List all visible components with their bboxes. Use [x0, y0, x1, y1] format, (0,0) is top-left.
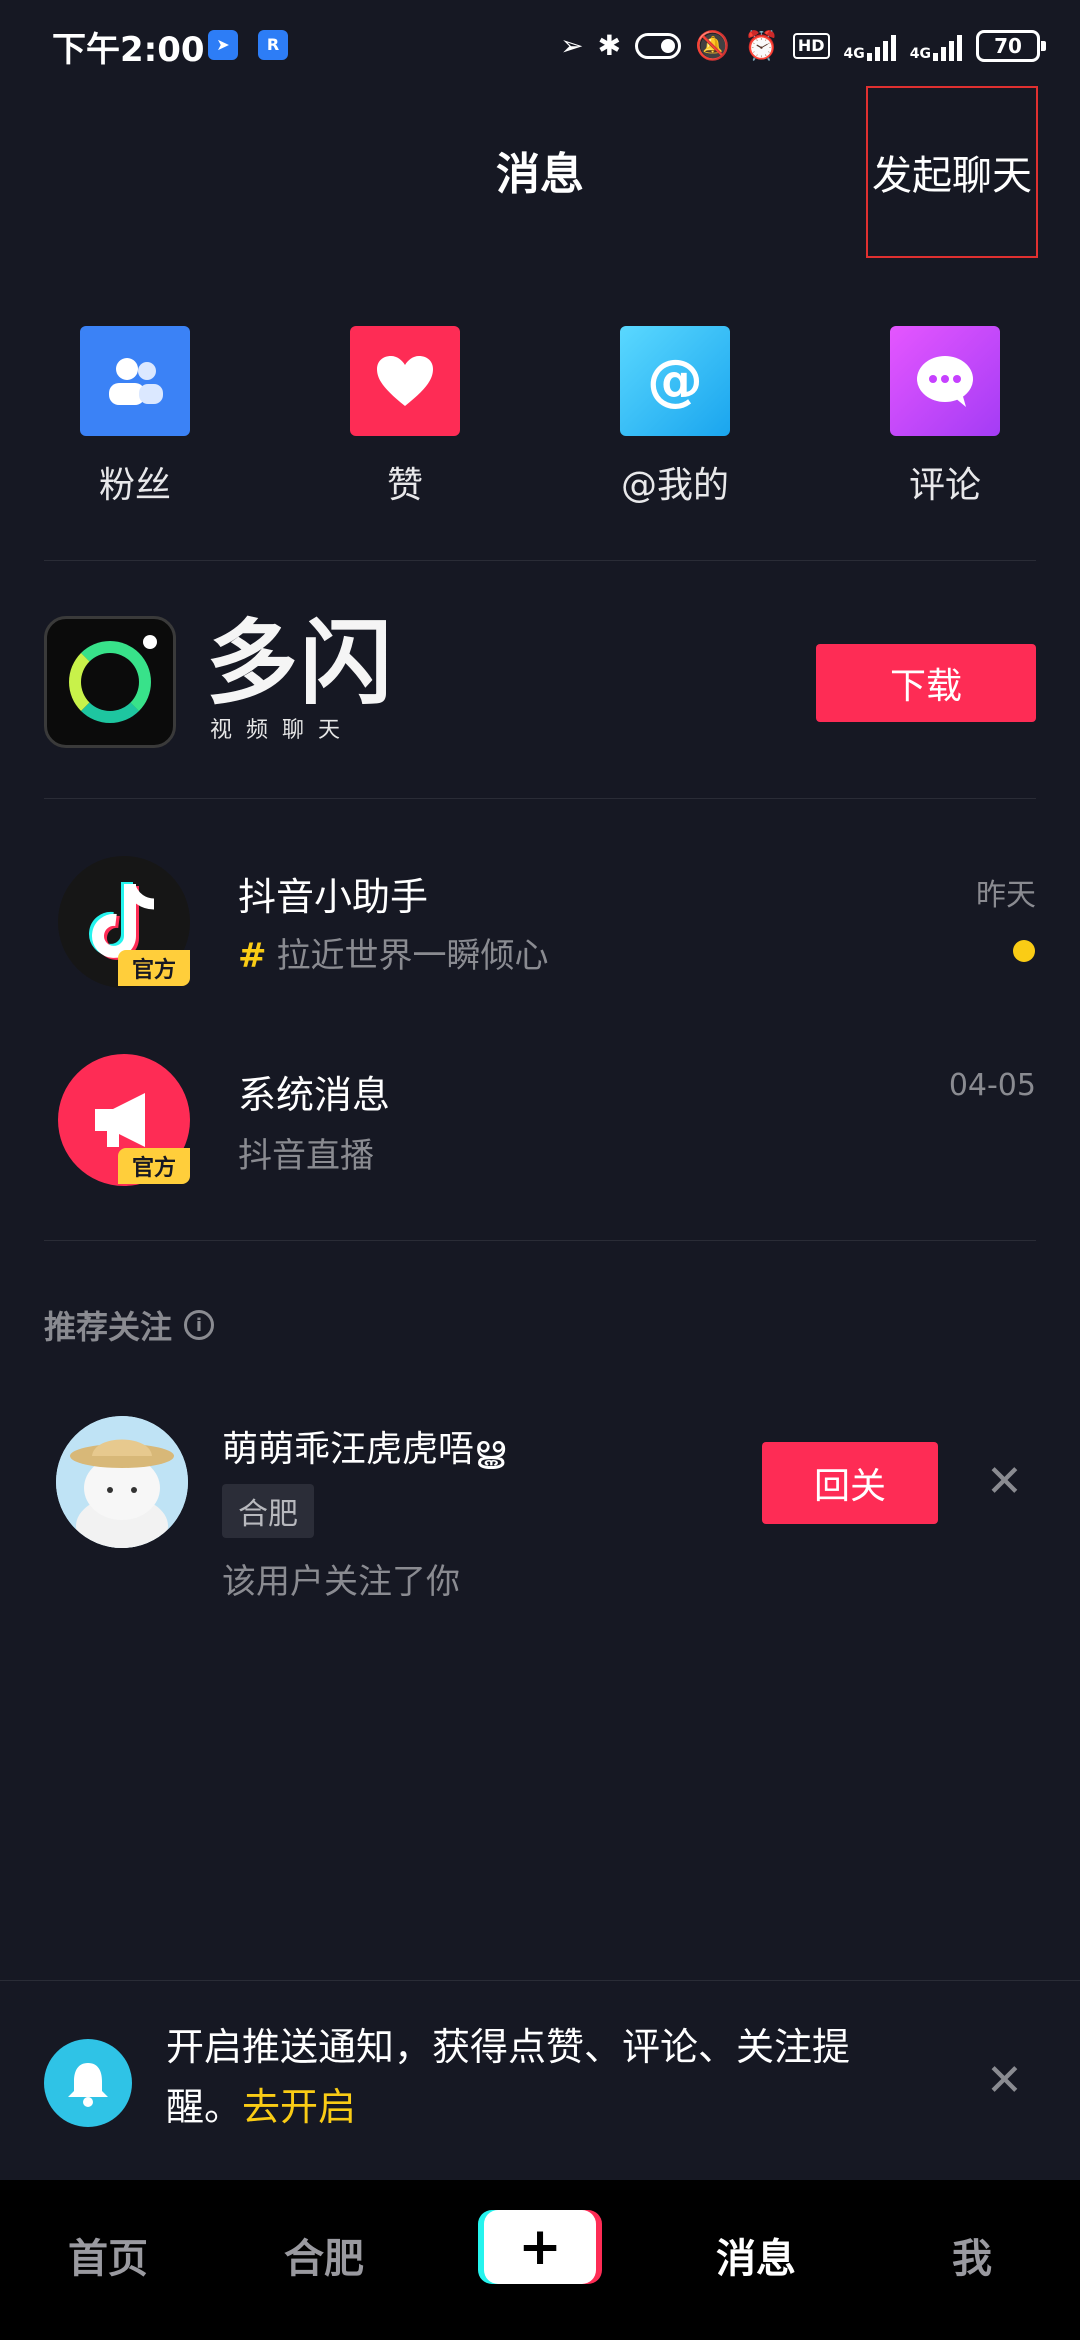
fans-entry[interactable] — [80, 326, 190, 436]
conversation-item-system-messages[interactable]: 官方 系统消息 抖音直播 04-05 — [0, 1034, 1080, 1214]
follow-back-button[interactable]: 回关 — [762, 1442, 938, 1524]
conversation-subtitle: 抖音直播 — [238, 1136, 374, 1176]
official-badge: 官方 — [118, 1148, 190, 1184]
comments-label: 评论 — [908, 465, 981, 506]
notification-app-icon: R — [258, 30, 288, 60]
bell-icon — [44, 2039, 132, 2127]
conversation-time: 04-05 — [948, 1068, 1036, 1103]
heart-icon — [377, 356, 433, 406]
mentions-entry[interactable]: @ — [620, 326, 730, 436]
comment-icon — [917, 356, 973, 407]
at-icon: @ — [647, 348, 703, 413]
battery-icon: 70 — [976, 30, 1046, 62]
status-time: 下午2:00 — [52, 30, 205, 70]
download-button[interactable]: 下载 — [816, 644, 1036, 722]
create-video-button[interactable]: + — [484, 2210, 596, 2284]
bottom-tab-bar: 首页 合肥 + 消息 我 — [0, 2180, 1080, 2340]
start-chat-button[interactable]: 发起聊天 — [866, 86, 1038, 258]
avatar[interactable] — [56, 1416, 188, 1548]
promo-app-subtitle: 视频聊天 — [210, 718, 355, 743]
mute-bell-icon: 🔕 — [695, 29, 730, 62]
duoshan-ring-icon — [69, 641, 151, 723]
push-notification-banner: 开启推送通知，获得点赞、评论、关注提醒。去开启 ✕ — [0, 1980, 1080, 2180]
conversation-subtitle-text: 拉近世界一瞬倾心 — [276, 936, 549, 976]
tab-me[interactable]: 我 — [864, 2226, 1080, 2284]
close-banner-close-icon[interactable]: ✕ — [986, 2059, 1023, 2103]
divider — [44, 1240, 1036, 1241]
plus-icon: + — [518, 2217, 562, 2277]
enable-push-link[interactable]: 去开启 — [242, 2085, 356, 2129]
divider — [44, 798, 1036, 799]
bell-glyph — [68, 2063, 108, 2107]
unread-dot — [1013, 940, 1035, 962]
download-label: 下载 — [889, 666, 962, 707]
signal-icon — [866, 31, 896, 61]
hashtag-icon: # — [238, 936, 267, 976]
tab-city[interactable]: 合肥 — [216, 2226, 432, 2284]
signal-icon — [933, 31, 962, 61]
recommend-heading: 推荐关注 i — [44, 1302, 215, 1348]
follow-back-label: 回关 — [813, 1466, 886, 1507]
tab-messages[interactable]: 消息 — [648, 2226, 864, 2284]
info-icon[interactable]: i — [184, 1310, 215, 1340]
promo-app-name: 多闪 — [206, 610, 395, 717]
tab-home[interactable]: 首页 — [0, 2226, 216, 2284]
avatar-image — [56, 1416, 188, 1548]
duoshan-logo — [44, 616, 176, 748]
signal-1: 4G — [844, 31, 896, 61]
start-chat-label: 发起聊天 — [872, 153, 1032, 199]
duoshan-dot — [143, 635, 157, 649]
location-icon: ➢ — [560, 29, 584, 62]
megaphone-icon — [95, 1093, 145, 1147]
official-badge: 官方 — [118, 950, 190, 986]
alarm-icon: ⏰ — [743, 29, 779, 62]
bluetooth-icon: ✱ — [597, 29, 622, 62]
status-icons: ➢ ✱ 🔕 ⏰ HD 4G 4G 70 — [560, 26, 1046, 66]
conversation-title: 抖音小助手 — [238, 875, 429, 919]
likes-entry[interactable] — [350, 326, 460, 436]
hd-icon: HD — [792, 33, 830, 59]
recommend-heading-text: 推荐关注 — [44, 1308, 173, 1346]
likes-label: 赞 — [386, 465, 423, 506]
notification-app-icon: ➤ — [208, 30, 238, 60]
dismiss-recommend-close-icon[interactable]: ✕ — [986, 1460, 1023, 1504]
recommend-reason: 该用户关注了你 — [222, 1562, 460, 1602]
status-bar: 下午2:00 ➤ R ➢ ✱ 🔕 ⏰ HD 4G 4G 70 — [0, 0, 1080, 96]
city-tag: 合肥 — [222, 1484, 314, 1538]
conversation-time: 昨天 — [976, 878, 1036, 913]
divider — [44, 560, 1036, 561]
comments-entry[interactable] — [890, 326, 1000, 436]
conversation-title: 系统消息 — [238, 1073, 391, 1117]
signal-2: 4G — [910, 31, 962, 61]
fans-label: 粉丝 — [98, 465, 171, 506]
conversation-subtitle: # 拉近世界一瞬倾心 — [238, 928, 549, 977]
toggle-icon — [635, 33, 682, 59]
mentions-label: @我的 — [620, 465, 729, 506]
recommended-user-name: 萌萌乖汪虎虎唔ൠ — [222, 1429, 506, 1470]
fans-icon — [109, 358, 163, 405]
push-banner-text: 开启推送通知，获得点赞、评论、关注提醒。去开启 — [166, 2017, 906, 2137]
